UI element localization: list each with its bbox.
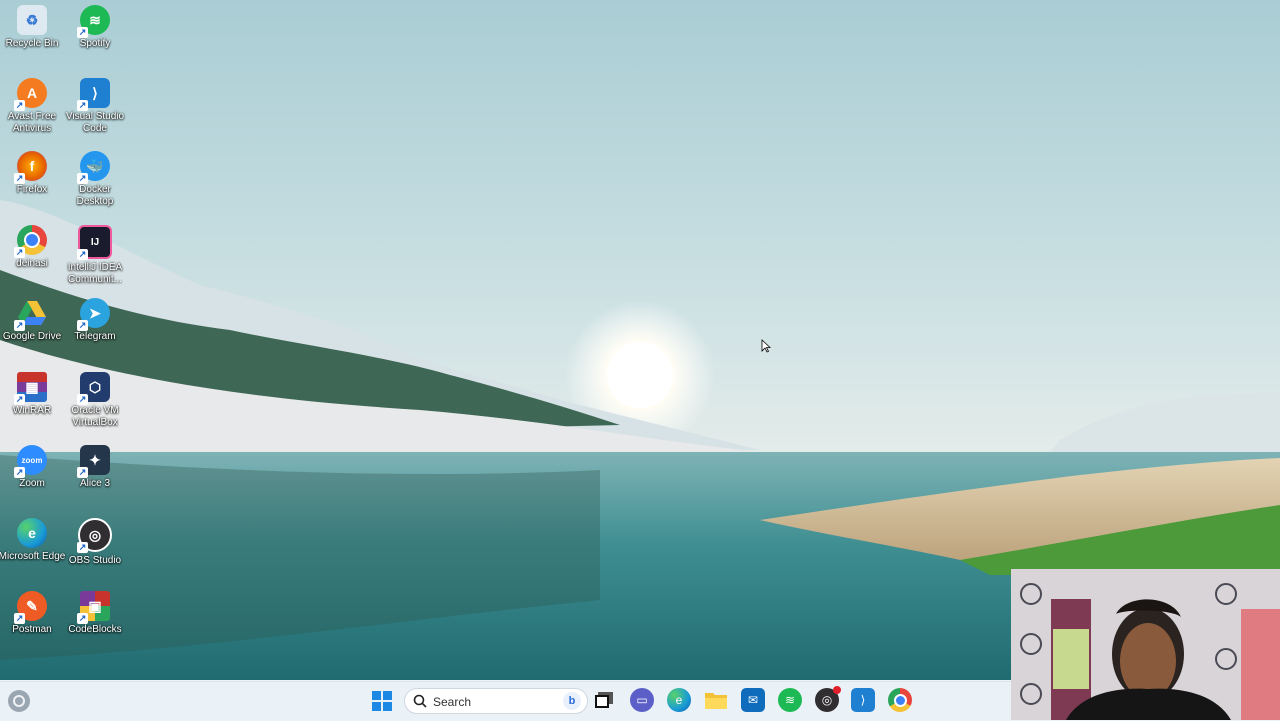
desktop-icon-obs[interactable]: ◎ ↗ OBS Studio bbox=[63, 518, 127, 584]
spotify-taskbar-icon[interactable]: ≋ bbox=[778, 688, 802, 712]
desktop-icon-alice[interactable]: ✦ ↗ Alice 3 bbox=[63, 445, 127, 511]
teams-chat-icon[interactable]: ▭ bbox=[630, 688, 654, 712]
desktop-icon-label: Docker Desktop bbox=[76, 184, 114, 207]
desktop-icon-label: IntelliJ IDEA Communit... bbox=[67, 262, 123, 285]
desktop-icon-label: WinRAR bbox=[12, 405, 52, 416]
desktop-icon-postman[interactable]: ✎ ↗ Postman bbox=[0, 591, 64, 657]
desktop-icon-recycle-bin[interactable]: ♻ Recycle Bin bbox=[0, 5, 64, 71]
desktop-icon-label: Alice 3 bbox=[79, 478, 110, 489]
desktop-icon-label: Postman bbox=[12, 624, 52, 635]
file-explorer-icon[interactable] bbox=[704, 688, 728, 712]
spotify-icon: ≋ ↗ bbox=[77, 5, 110, 38]
search-placeholder: Search bbox=[433, 695, 472, 709]
desktop-icon-label: Visual Studio Code bbox=[65, 111, 125, 134]
docker-icon: 🐳 ↗ bbox=[77, 151, 110, 184]
desktop-icon-label: Recycle Bin bbox=[5, 38, 59, 49]
desktop-icon-label: Zoom bbox=[19, 478, 45, 489]
desktop-icon-codeblocks[interactable]: ▣ ↗ CodeBlocks bbox=[63, 591, 127, 657]
desktop-icon-label: OBS Studio bbox=[68, 555, 122, 566]
desktop-icon-label: Google Drive bbox=[2, 331, 62, 342]
desktop-icon-zoom[interactable]: zoom ↗ Zoom bbox=[0, 445, 64, 511]
recycle-bin-icon: ♻ bbox=[17, 5, 47, 35]
obs-taskbar-icon[interactable]: ◎ bbox=[815, 686, 841, 712]
desktop-icon-label: Avast Free Antivirus bbox=[7, 111, 57, 134]
zoom-icon: zoom ↗ bbox=[14, 445, 47, 478]
desktop-icon-firefox[interactable]: f ↗ Firefox bbox=[0, 151, 64, 217]
mouse-cursor-icon bbox=[761, 339, 771, 353]
widgets-icon[interactable] bbox=[8, 690, 30, 712]
desktop-icon-label: Microsoft Edge bbox=[0, 551, 66, 562]
windows-start-icon[interactable] bbox=[370, 689, 394, 713]
search-icon bbox=[413, 694, 427, 708]
desktop-icon-label: deinasi bbox=[16, 258, 48, 269]
google-drive-icon: ↗ bbox=[14, 298, 47, 331]
edge-icon: e bbox=[17, 518, 47, 548]
desktop-icon-label: Firefox bbox=[16, 184, 48, 195]
virtualbox-icon: ⬡ ↗ bbox=[77, 372, 110, 405]
desktop-icon-label: Spotify bbox=[79, 38, 111, 49]
desktop-icon-spotify[interactable]: ≋ ↗ Spotify bbox=[63, 5, 127, 71]
chrome-taskbar-icon[interactable] bbox=[888, 688, 912, 712]
firefox-icon: f ↗ bbox=[14, 151, 47, 184]
desktop-icon-google-drive[interactable]: ↗ Google Drive bbox=[0, 298, 64, 364]
desktop-icon-winrar[interactable]: ▦ ↗ WinRAR bbox=[0, 372, 64, 438]
desktop-icon-label: CodeBlocks bbox=[68, 624, 122, 635]
avast-icon: A ↗ bbox=[14, 78, 47, 111]
desktop-icon-avast[interactable]: A ↗ Avast Free Antivirus bbox=[0, 78, 64, 144]
recording-indicator-icon bbox=[833, 686, 841, 694]
codeblocks-icon: ▣ ↗ bbox=[77, 591, 110, 624]
vscode-icon: ⟩ ↗ bbox=[77, 78, 110, 111]
bing-icon[interactable]: b bbox=[563, 692, 581, 710]
desktop-icon-label: Telegram bbox=[74, 331, 116, 342]
postman-icon: ✎ ↗ bbox=[14, 591, 47, 624]
desktop-icon-virtualbox[interactable]: ⬡ ↗ Oracle VM VirtualBox bbox=[63, 372, 127, 438]
webcam-overlay bbox=[1011, 569, 1280, 720]
desktop-icon-edge[interactable]: e Microsoft Edge bbox=[0, 518, 66, 584]
taskbar-search-box[interactable]: Search b bbox=[404, 688, 588, 714]
desktop-icon-chrome-deinasi[interactable]: ↗ deinasi bbox=[0, 225, 64, 291]
edge-taskbar-icon[interactable]: e bbox=[667, 688, 691, 712]
mail-icon[interactable]: ✉ bbox=[741, 688, 765, 712]
desktop-icon-docker[interactable]: 🐳 ↗ Docker Desktop bbox=[63, 151, 127, 217]
intellij-icon: IJ ↗ bbox=[77, 225, 112, 260]
vscode-taskbar-icon[interactable]: ⟩ bbox=[851, 688, 875, 712]
alice-icon: ✦ ↗ bbox=[77, 445, 110, 478]
task-view-icon[interactable] bbox=[592, 688, 616, 712]
obs-icon: ◎ ↗ bbox=[77, 518, 112, 553]
desktop-icon-intellij[interactable]: IJ ↗ IntelliJ IDEA Communit... bbox=[63, 225, 127, 291]
chrome-icon: ↗ bbox=[14, 225, 47, 258]
desktop-icon-area: ♻ Recycle Bin ≋ ↗ Spotify A ↗ Avast Free A… bbox=[0, 0, 130, 680]
desktop-icon-vscode[interactable]: ⟩ ↗ Visual Studio Code bbox=[63, 78, 127, 144]
winrar-icon: ▦ ↗ bbox=[14, 372, 47, 405]
desktop-icon-label: Oracle VM VirtualBox bbox=[71, 405, 119, 428]
desktop-icon-telegram[interactable]: ➤ ↗ Telegram bbox=[63, 298, 127, 364]
telegram-icon: ➤ ↗ bbox=[77, 298, 110, 331]
